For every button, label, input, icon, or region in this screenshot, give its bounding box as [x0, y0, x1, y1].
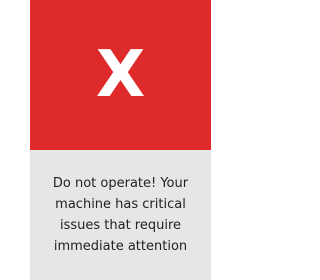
critical-alert-card: X Do not operate! Your machine has criti…	[30, 0, 211, 280]
alert-body: Do not operate! Your machine has critica…	[30, 150, 211, 280]
alert-header: X	[30, 0, 211, 150]
alert-message: Do not operate! Your machine has critica…	[52, 176, 189, 254]
x-icon: X	[95, 38, 146, 112]
